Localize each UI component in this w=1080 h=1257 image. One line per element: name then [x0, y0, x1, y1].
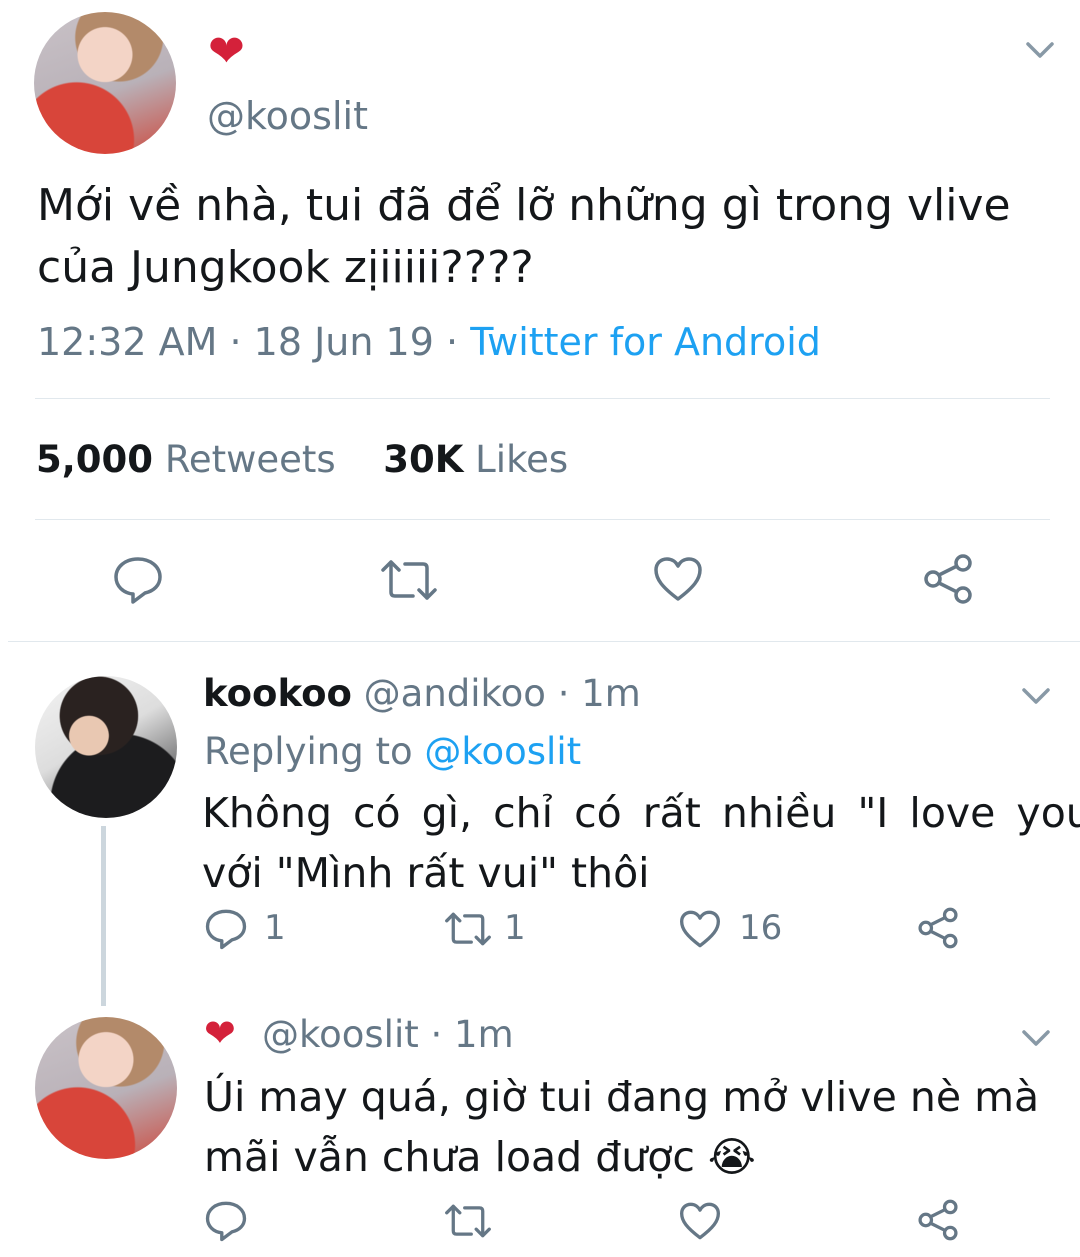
reply-text-content: mãi vẫn chưa load được: [204, 1133, 695, 1181]
tweet-text-line-1: Mới về nhà, tui đã để lỡ những gì trong …: [37, 180, 1011, 231]
heart-badge-icon: ❤: [204, 1011, 236, 1055]
author-avatar[interactable]: [34, 12, 176, 154]
tweet-meta: 12:32 AM · 18 Jun 19 · Twitter for Andro…: [37, 320, 821, 364]
chevron-down-icon[interactable]: [1020, 1026, 1052, 1050]
tweet-text-line-2: của Jungkook zịiiiii????: [37, 242, 534, 293]
likes-stat[interactable]: 30K Likes: [383, 438, 568, 481]
tweet-date[interactable]: 18 Jun 19: [254, 320, 434, 364]
meta-separator: ·: [557, 672, 570, 715]
reply-text-line-1: Úi may quá, giờ tui đang mở vlive nè mà: [204, 1073, 1040, 1121]
like-count: 16: [739, 908, 783, 948]
share-icon[interactable]: [916, 906, 960, 950]
chevron-down-icon[interactable]: [1020, 684, 1052, 708]
share-icon[interactable]: [916, 1198, 960, 1242]
replying-to-label: Replying to: [204, 730, 413, 773]
likes-count: 30K: [383, 438, 464, 481]
like-icon[interactable]: [678, 1201, 722, 1241]
replying-to-handle[interactable]: @kooslit: [424, 730, 581, 773]
heart-badge-icon: ❤: [208, 26, 245, 77]
replying-to: Replying to @kooslit: [204, 730, 581, 773]
retweet-icon[interactable]: [443, 911, 493, 947]
retweet-icon[interactable]: [443, 1203, 493, 1239]
section-divider: [8, 641, 1080, 642]
retweet-count: 1: [504, 908, 526, 948]
reply-avatar[interactable]: [35, 676, 177, 818]
reply-count: 1: [264, 908, 286, 948]
reply-avatar[interactable]: [35, 1017, 177, 1159]
like-icon[interactable]: [678, 909, 722, 949]
retweets-count: 5,000: [36, 438, 154, 481]
chevron-down-icon[interactable]: [1024, 38, 1056, 62]
retweets-stat[interactable]: 5,000 Retweets: [36, 438, 347, 481]
reply-icon[interactable]: [204, 1200, 248, 1242]
author-handle[interactable]: @kooslit: [207, 94, 368, 138]
thread-line: [101, 826, 106, 1006]
meta-separator: ·: [430, 1013, 443, 1056]
crying-emoji-icon: 😭: [707, 1133, 756, 1181]
reply-header: @kooslit · 1m: [262, 1013, 514, 1056]
divider: [35, 398, 1050, 399]
likes-label: Likes: [475, 438, 569, 481]
reply-text-line-1: Không có gì, chỉ có rất nhiều "I love yo…: [202, 789, 1080, 837]
reply-text-line-2: mãi vẫn chưa load được 😭: [204, 1133, 756, 1181]
reply-icon[interactable]: [204, 908, 248, 950]
tweet-source-link[interactable]: Twitter for Android: [470, 320, 821, 364]
reply-author-name[interactable]: kookoo: [203, 672, 352, 715]
reply-author-handle[interactable]: @andikoo: [364, 672, 546, 715]
divider: [35, 519, 1050, 520]
reply-author-handle[interactable]: @kooslit: [262, 1013, 419, 1056]
reply-age[interactable]: 1m: [581, 672, 641, 715]
retweets-label: Retweets: [164, 438, 336, 481]
reply-text-line-2: với "Mình rất vui" thôi: [202, 849, 650, 897]
retweet-icon[interactable]: [379, 558, 439, 602]
reply-header: kookoo @andikoo · 1m: [203, 672, 641, 715]
tweet-time[interactable]: 12:32 AM: [37, 320, 217, 364]
like-icon[interactable]: [652, 555, 704, 603]
meta-separator: ·: [446, 320, 459, 364]
reply-icon[interactable]: [112, 555, 164, 605]
share-icon[interactable]: [921, 552, 975, 606]
meta-separator: ·: [229, 320, 242, 364]
reply-age[interactable]: 1m: [454, 1013, 514, 1056]
tweet-stats: 5,000 Retweets 30K Likes: [36, 438, 568, 481]
